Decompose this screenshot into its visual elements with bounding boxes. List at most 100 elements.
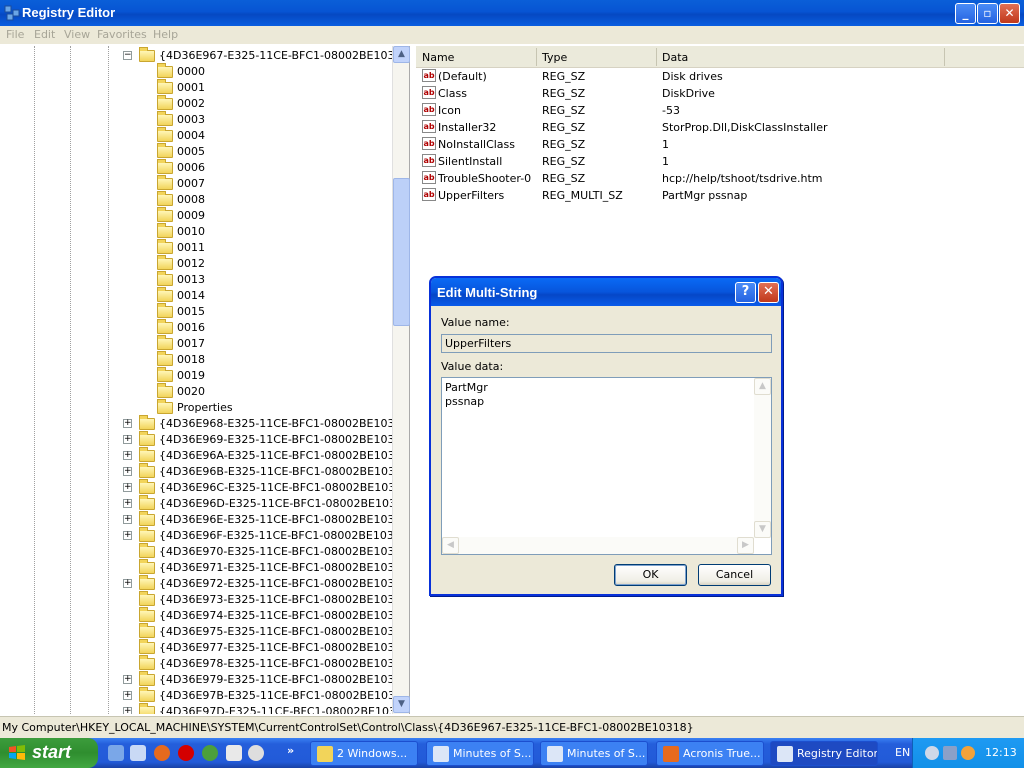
column-name[interactable]: Name	[422, 51, 454, 64]
tree-item[interactable]: 0000	[0, 63, 400, 80]
value-row[interactable]: ab SilentInstall REG_SZ 1	[416, 153, 1016, 170]
start-button[interactable]: start	[0, 738, 98, 768]
tree-item[interactable]: 0016	[0, 319, 400, 336]
column-data[interactable]: Data	[662, 51, 688, 64]
tree-item[interactable]: {4D36E978-E325-11CE-BFC1-08002BE10318}	[0, 655, 409, 672]
tree-item[interactable]: 0011	[0, 239, 400, 256]
tree-item[interactable]: 0013	[0, 271, 400, 288]
opera-icon[interactable]	[178, 745, 194, 761]
key-tree[interactable]: − {4D36E967-E325-11CE-BFC1-08002BE10318} 0…	[0, 46, 410, 714]
tree-item[interactable]: + {4D36E969-E325-11CE-BFC1-08002BE10318}	[0, 431, 409, 448]
tree-item[interactable]: 0004	[0, 127, 400, 144]
menu-file[interactable]: File	[6, 28, 24, 41]
tree-item[interactable]: + {4D36E968-E325-11CE-BFC1-08002BE10318}	[0, 415, 409, 432]
tree-item[interactable]: + {4D36E96A-E325-11CE-BFC1-08002BE10318}	[0, 447, 409, 464]
close-icon[interactable]: ✕	[758, 282, 779, 303]
tree-item[interactable]: + {4D36E96C-E325-11CE-BFC1-08002BE10318}	[0, 479, 409, 496]
back-arrow-icon[interactable]	[925, 746, 939, 760]
tree-item[interactable]: + {4D36E97D-E325-11CE-BFC1-08002BE10318}	[0, 703, 409, 714]
value-row[interactable]: ab Class REG_SZ DiskDrive	[416, 85, 1016, 102]
value-row[interactable]: ab UpperFilters REG_MULTI_SZ PartMgr pssnap	[416, 187, 1016, 204]
vertical-scrollbar[interactable]: ▲ ▼	[754, 378, 771, 538]
tree-item[interactable]: 0006	[0, 159, 400, 176]
value-row[interactable]: ab TroubleShooter-0 REG_SZ hcp://help/tshoo…	[416, 170, 1016, 187]
cancel-button[interactable]: Cancel	[698, 564, 771, 586]
expand-icon[interactable]: +	[123, 579, 132, 588]
expand-icon[interactable]: +	[123, 531, 132, 540]
tree-item[interactable]: 0018	[0, 351, 400, 368]
value-data-textarea[interactable]: PartMgr pssnap ▲ ▼ ◀ ▶	[441, 377, 772, 555]
scroll-left-arrow-icon[interactable]: ◀	[442, 537, 459, 554]
expand-icon[interactable]: +	[123, 499, 132, 508]
tree-item[interactable]: {4D36E977-E325-11CE-BFC1-08002BE10318}	[0, 639, 409, 656]
menu-view[interactable]: View	[64, 28, 90, 41]
tree-item[interactable]: {4D36E973-E325-11CE-BFC1-08002BE10318}	[0, 591, 409, 608]
tree-item[interactable]: 0008	[0, 191, 400, 208]
menu-help[interactable]: Help	[153, 28, 178, 41]
tree-item[interactable]: {4D36E975-E325-11CE-BFC1-08002BE10318}	[0, 623, 409, 640]
taskbar-button[interactable]: Registry Editor	[770, 741, 878, 766]
tree-item[interactable]: 0007	[0, 175, 400, 192]
expand-icon[interactable]: +	[123, 467, 132, 476]
tree-item[interactable]: 0001	[0, 79, 400, 96]
explorer-icon[interactable]	[130, 745, 146, 761]
taskbar-button[interactable]: Acronis True...	[656, 741, 764, 766]
dialog-title-bar[interactable]: Edit Multi-String ? ✕	[431, 278, 781, 306]
language-indicator[interactable]: EN	[895, 746, 910, 759]
quicklaunch-more-icon[interactable]: »	[287, 744, 294, 757]
expand-icon[interactable]: +	[123, 483, 132, 492]
tree-item[interactable]: {4D36E970-E325-11CE-BFC1-08002BE10318}	[0, 543, 409, 560]
expand-icon[interactable]: +	[123, 451, 132, 460]
tree-item[interactable]: 0002	[0, 95, 400, 112]
scroll-down-arrow-icon[interactable]: ▼	[393, 696, 410, 713]
taskbar-button[interactable]: Minutes of S...	[540, 741, 648, 766]
tree-item[interactable]: 0014	[0, 287, 400, 304]
column-divider[interactable]	[656, 48, 657, 66]
expand-icon[interactable]: +	[123, 707, 132, 714]
help-icon[interactable]: ?	[735, 282, 756, 303]
value-row[interactable]: ab (Default) REG_SZ Disk drives	[416, 68, 1016, 85]
column-type[interactable]: Type	[542, 51, 567, 64]
close-button[interactable]: ✕	[999, 3, 1020, 24]
firefox-icon[interactable]	[154, 745, 170, 761]
value-row[interactable]: ab Icon REG_SZ -53	[416, 102, 1016, 119]
taskbar-button[interactable]: Minutes of S...	[426, 741, 534, 766]
tree-item[interactable]: + {4D36E979-E325-11CE-BFC1-08002BE10318}	[0, 671, 409, 688]
tree-item[interactable]: + {4D36E972-E325-11CE-BFC1-08002BE10318}	[0, 575, 409, 592]
expand-icon[interactable]: +	[123, 515, 132, 524]
expand-icon[interactable]: +	[123, 435, 132, 444]
restore-button[interactable]: ▫	[977, 3, 998, 24]
tree-item[interactable]: + {4D36E97B-E325-11CE-BFC1-08002BE10318}	[0, 687, 409, 704]
tree-item[interactable]: 0012	[0, 255, 400, 272]
minimize-button[interactable]: _	[955, 3, 976, 24]
scroll-thumb[interactable]	[393, 178, 410, 326]
tree-item[interactable]: {4D36E974-E325-11CE-BFC1-08002BE10318}	[0, 607, 409, 624]
ok-button[interactable]: OK	[614, 564, 687, 586]
tree-item[interactable]: + {4D36E96B-E325-11CE-BFC1-08002BE10318}	[0, 463, 409, 480]
tree-scrollbar[interactable]: ▲ ▼	[392, 46, 410, 714]
tree-item[interactable]: Properties	[0, 399, 400, 416]
tree-item[interactable]: 0015	[0, 303, 400, 320]
update-icon[interactable]	[961, 746, 975, 760]
expand-icon[interactable]: +	[123, 691, 132, 700]
column-divider[interactable]	[536, 48, 537, 66]
scroll-up-arrow-icon[interactable]: ▲	[754, 378, 771, 395]
tree-item[interactable]: + {4D36E96F-E325-11CE-BFC1-08002BE10318}	[0, 527, 409, 544]
desktop-icon[interactable]	[108, 745, 124, 761]
column-divider[interactable]	[944, 48, 945, 66]
value-row[interactable]: ab Installer32 REG_SZ StorProp.Dll,DiskClas…	[416, 119, 1016, 136]
tree-item[interactable]: 0010	[0, 223, 400, 240]
tree-item-selected[interactable]: − {4D36E967-E325-11CE-BFC1-08002BE10318}	[0, 47, 409, 64]
taskbar-button[interactable]: 2 Windows...	[310, 741, 418, 766]
tree-item[interactable]: 0005	[0, 143, 400, 160]
tree-item[interactable]: {4D36E971-E325-11CE-BFC1-08002BE10318}	[0, 559, 409, 576]
network-icon[interactable]	[943, 746, 957, 760]
tree-item[interactable]: + {4D36E96E-E325-11CE-BFC1-08002BE10318}	[0, 511, 409, 528]
tree-item[interactable]: + {4D36E96D-E325-11CE-BFC1-08002BE10318}	[0, 495, 409, 512]
tree-item[interactable]: 0017	[0, 335, 400, 352]
value-name-field[interactable]: UpperFilters	[441, 334, 772, 353]
media-player-icon[interactable]	[248, 745, 264, 761]
scroll-right-arrow-icon[interactable]: ▶	[737, 537, 754, 554]
menu-edit[interactable]: Edit	[34, 28, 55, 41]
scroll-down-arrow-icon[interactable]: ▼	[754, 521, 771, 538]
